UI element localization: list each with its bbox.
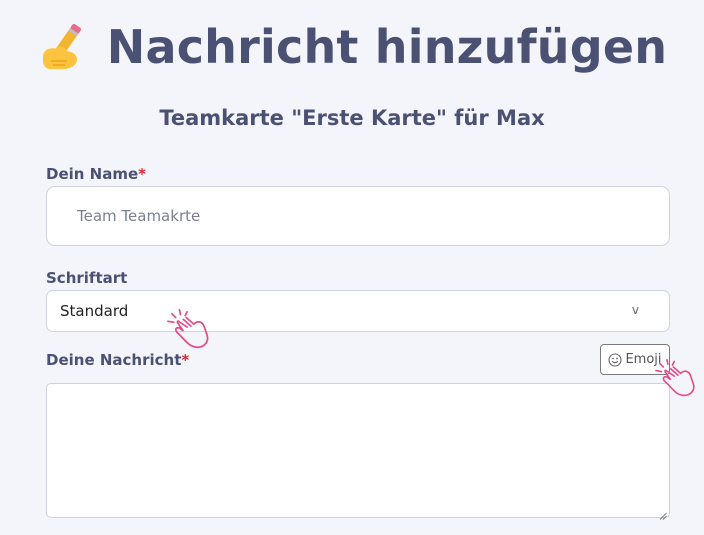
message-label-text: Deine Nachricht	[46, 351, 182, 369]
name-label: Dein Name*	[46, 165, 146, 183]
title-row: Nachricht hinzufügen	[0, 20, 704, 74]
pointing-hand-cursor-icon	[166, 306, 214, 355]
font-select[interactable]: Standard v	[46, 290, 670, 332]
pointing-hand-cursor-icon	[654, 356, 700, 403]
chevron-down-icon: v	[631, 303, 639, 317]
font-select-value: Standard	[60, 302, 129, 320]
add-message-page: Nachricht hinzufügen Teamkarte "Erste Ka…	[0, 0, 704, 535]
font-label: Schriftart	[46, 269, 128, 287]
name-input[interactable]: Team Teamakrte	[46, 186, 670, 246]
writing-hand-icon	[37, 21, 93, 73]
resize-grip-icon[interactable]	[659, 507, 667, 520]
page-title: Nachricht hinzufügen	[106, 20, 668, 74]
card-subtitle: Teamkarte "Erste Karte" für Max	[159, 106, 545, 130]
smiley-icon	[608, 352, 623, 367]
required-mark: *	[138, 165, 147, 183]
name-label-text: Dein Name	[46, 165, 139, 183]
name-input-placeholder: Team Teamakrte	[77, 207, 201, 225]
message-textarea[interactable]	[46, 383, 670, 520]
